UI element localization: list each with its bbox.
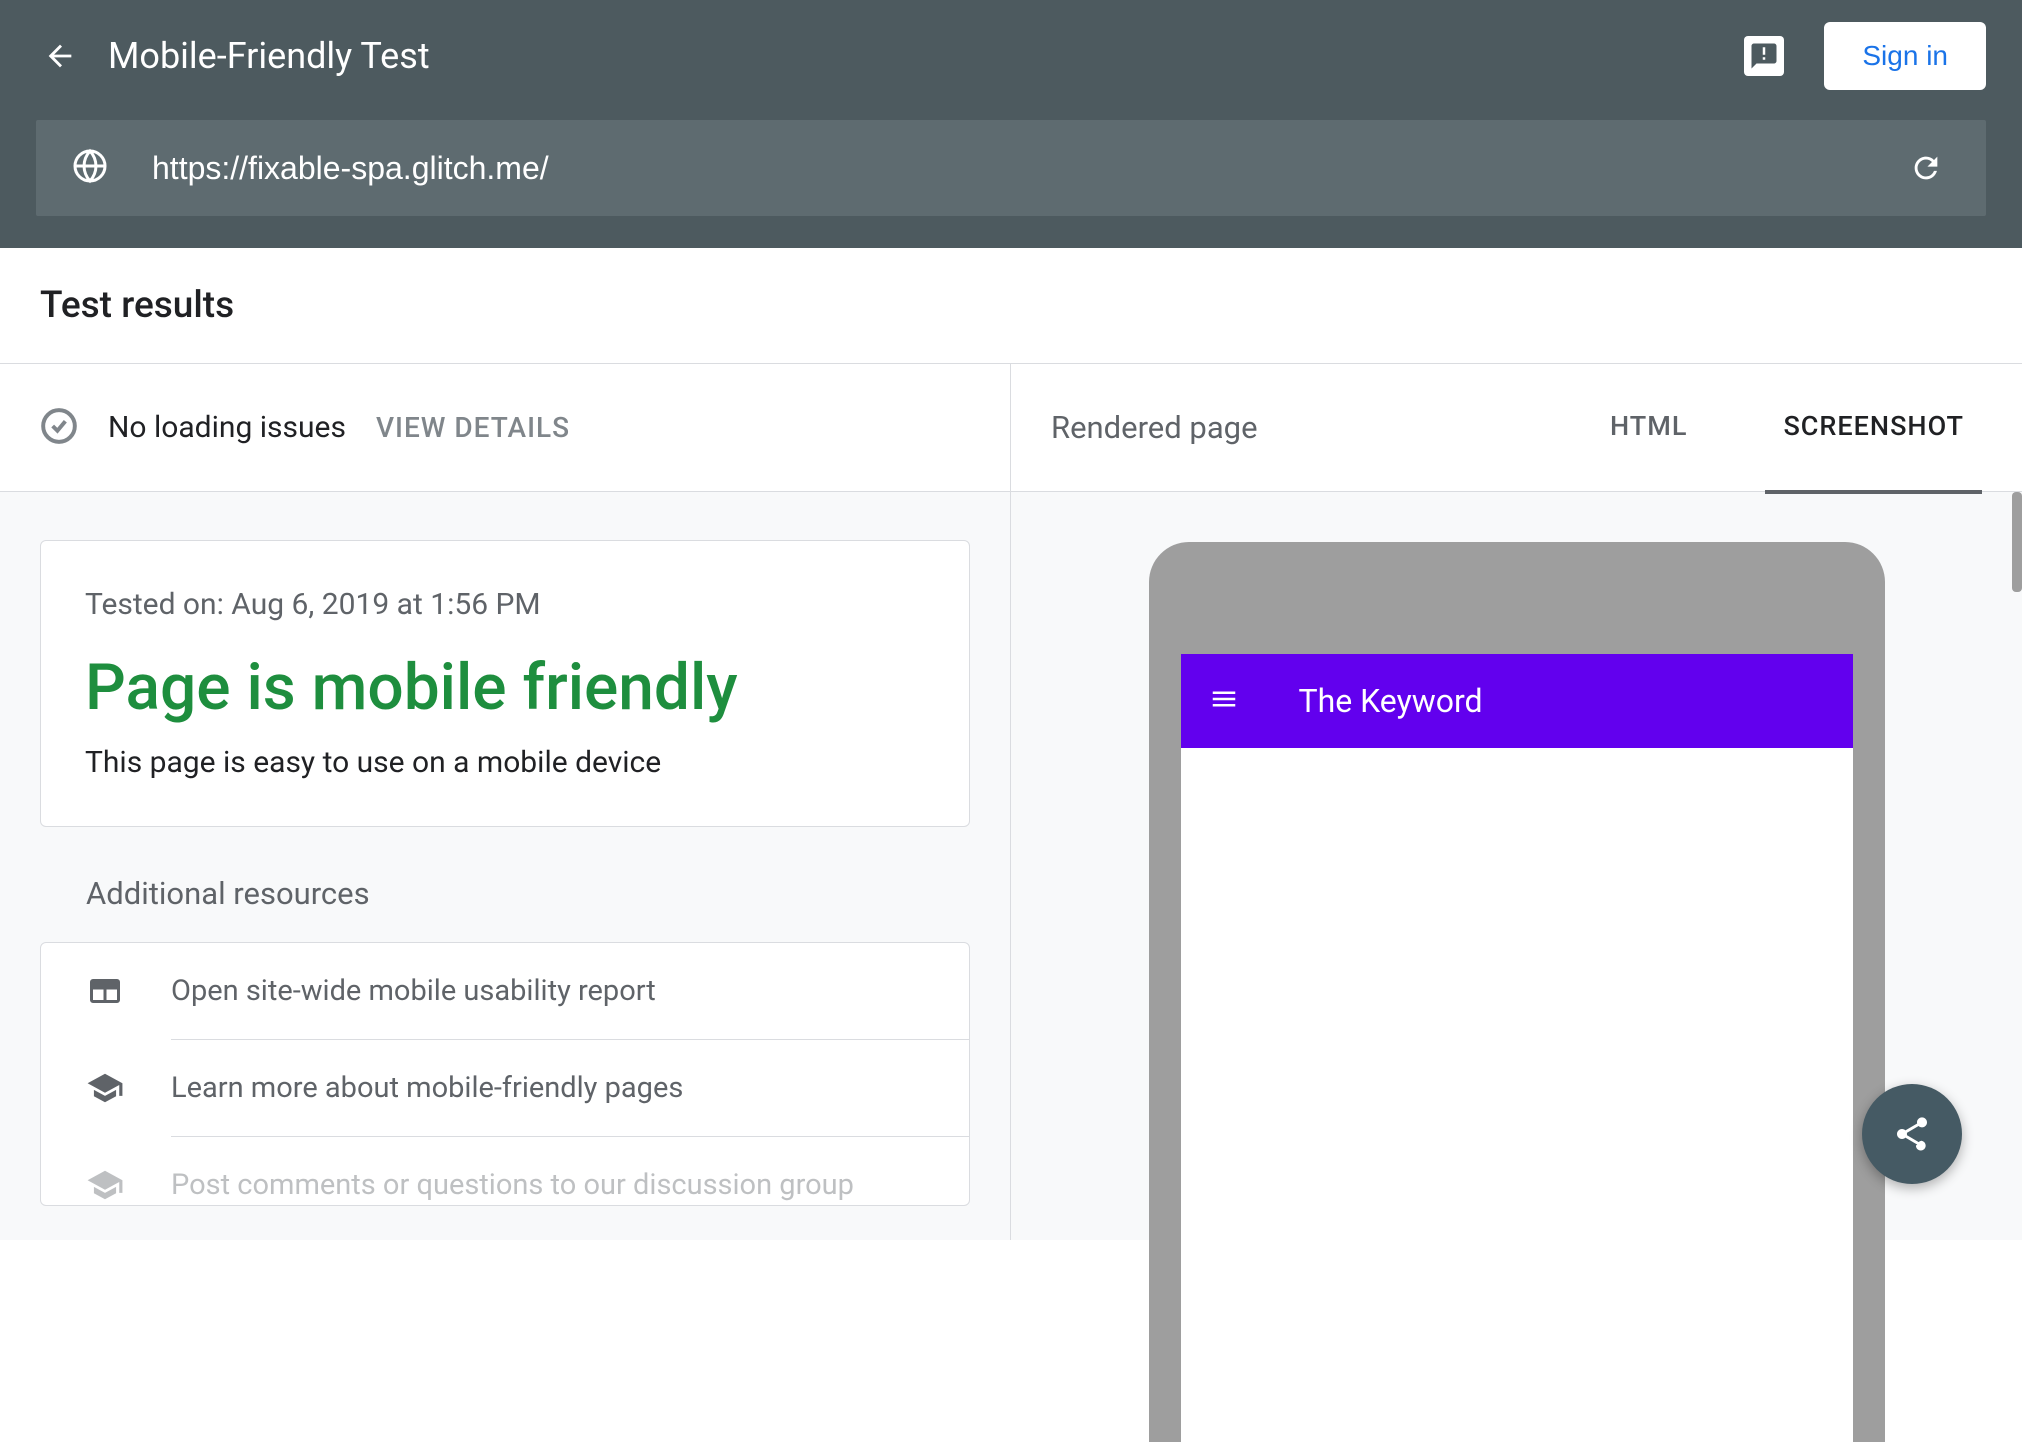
url-input[interactable] <box>152 150 1902 187</box>
resource-item-label: Learn more about mobile-friendly pages <box>171 1071 925 1105</box>
loading-status-bar: No loading issues VIEW DETAILS <box>0 364 1010 492</box>
additional-resources-title: Additional resources <box>86 875 1010 912</box>
resources-card: Open site-wide mobile usability report L… <box>40 942 970 1206</box>
resource-item-label: Post comments or questions to our discus… <box>171 1168 925 1202</box>
result-subtext: This page is easy to use on a mobile dev… <box>85 745 925 780</box>
app-header: Mobile-Friendly Test Sign in <box>0 0 2022 248</box>
phone-screen: The Keyword <box>1181 654 1853 1442</box>
content-split: No loading issues VIEW DETAILS Tested on… <box>0 364 2022 1240</box>
scrollbar[interactable] <box>2012 492 2022 592</box>
url-bar <box>36 120 1986 216</box>
school-icon <box>85 1068 125 1108</box>
refresh-icon <box>1909 151 1943 185</box>
phone-app-title: The Keyword <box>1299 682 1483 720</box>
phone-frame: The Keyword <box>1149 542 1885 1442</box>
app-title: Mobile-Friendly Test <box>108 35 1744 77</box>
hamburger-icon <box>1209 684 1239 718</box>
share-icon <box>1892 1114 1932 1154</box>
result-headline: Page is mobile friendly <box>85 650 925 725</box>
back-button[interactable] <box>36 32 84 80</box>
refresh-button[interactable] <box>1902 144 1950 192</box>
announcement-icon <box>1749 41 1779 71</box>
left-pane: No loading issues VIEW DETAILS Tested on… <box>0 364 1011 1240</box>
tab-html[interactable]: HTML <box>1592 362 1705 494</box>
arrow-left-icon <box>43 39 77 73</box>
resource-item-learn[interactable]: Learn more about mobile-friendly pages <box>41 1040 969 1136</box>
tested-on-text: Tested on: Aug 6, 2019 at 1:56 PM <box>85 587 925 622</box>
rendered-label: Rendered page <box>1051 409 1532 446</box>
signin-button[interactable]: Sign in <box>1824 22 1986 90</box>
result-card: Tested on: Aug 6, 2019 at 1:56 PM Page i… <box>40 540 970 827</box>
header-top-row: Mobile-Friendly Test Sign in <box>36 24 1986 88</box>
results-title: Test results <box>40 284 1982 327</box>
share-fab[interactable] <box>1862 1084 1962 1184</box>
check-circle-icon <box>40 407 78 449</box>
globe-icon <box>72 148 108 188</box>
view-details-link[interactable]: VIEW DETAILS <box>376 411 570 444</box>
loading-status-text: No loading issues <box>108 410 346 445</box>
resource-item-report[interactable]: Open site-wide mobile usability report <box>41 943 969 1039</box>
feedback-button[interactable] <box>1744 36 1784 76</box>
school-icon <box>85 1165 125 1205</box>
preview-header: Rendered page HTML SCREENSHOT <box>1011 364 2022 492</box>
tab-screenshot[interactable]: SCREENSHOT <box>1765 362 1982 494</box>
phone-app-header: The Keyword <box>1181 654 1853 748</box>
webpage-icon <box>85 971 125 1011</box>
resource-item-label: Open site-wide mobile usability report <box>171 974 925 1008</box>
resource-item-discuss[interactable]: Post comments or questions to our discus… <box>41 1137 969 1205</box>
results-header: Test results <box>0 248 2022 364</box>
